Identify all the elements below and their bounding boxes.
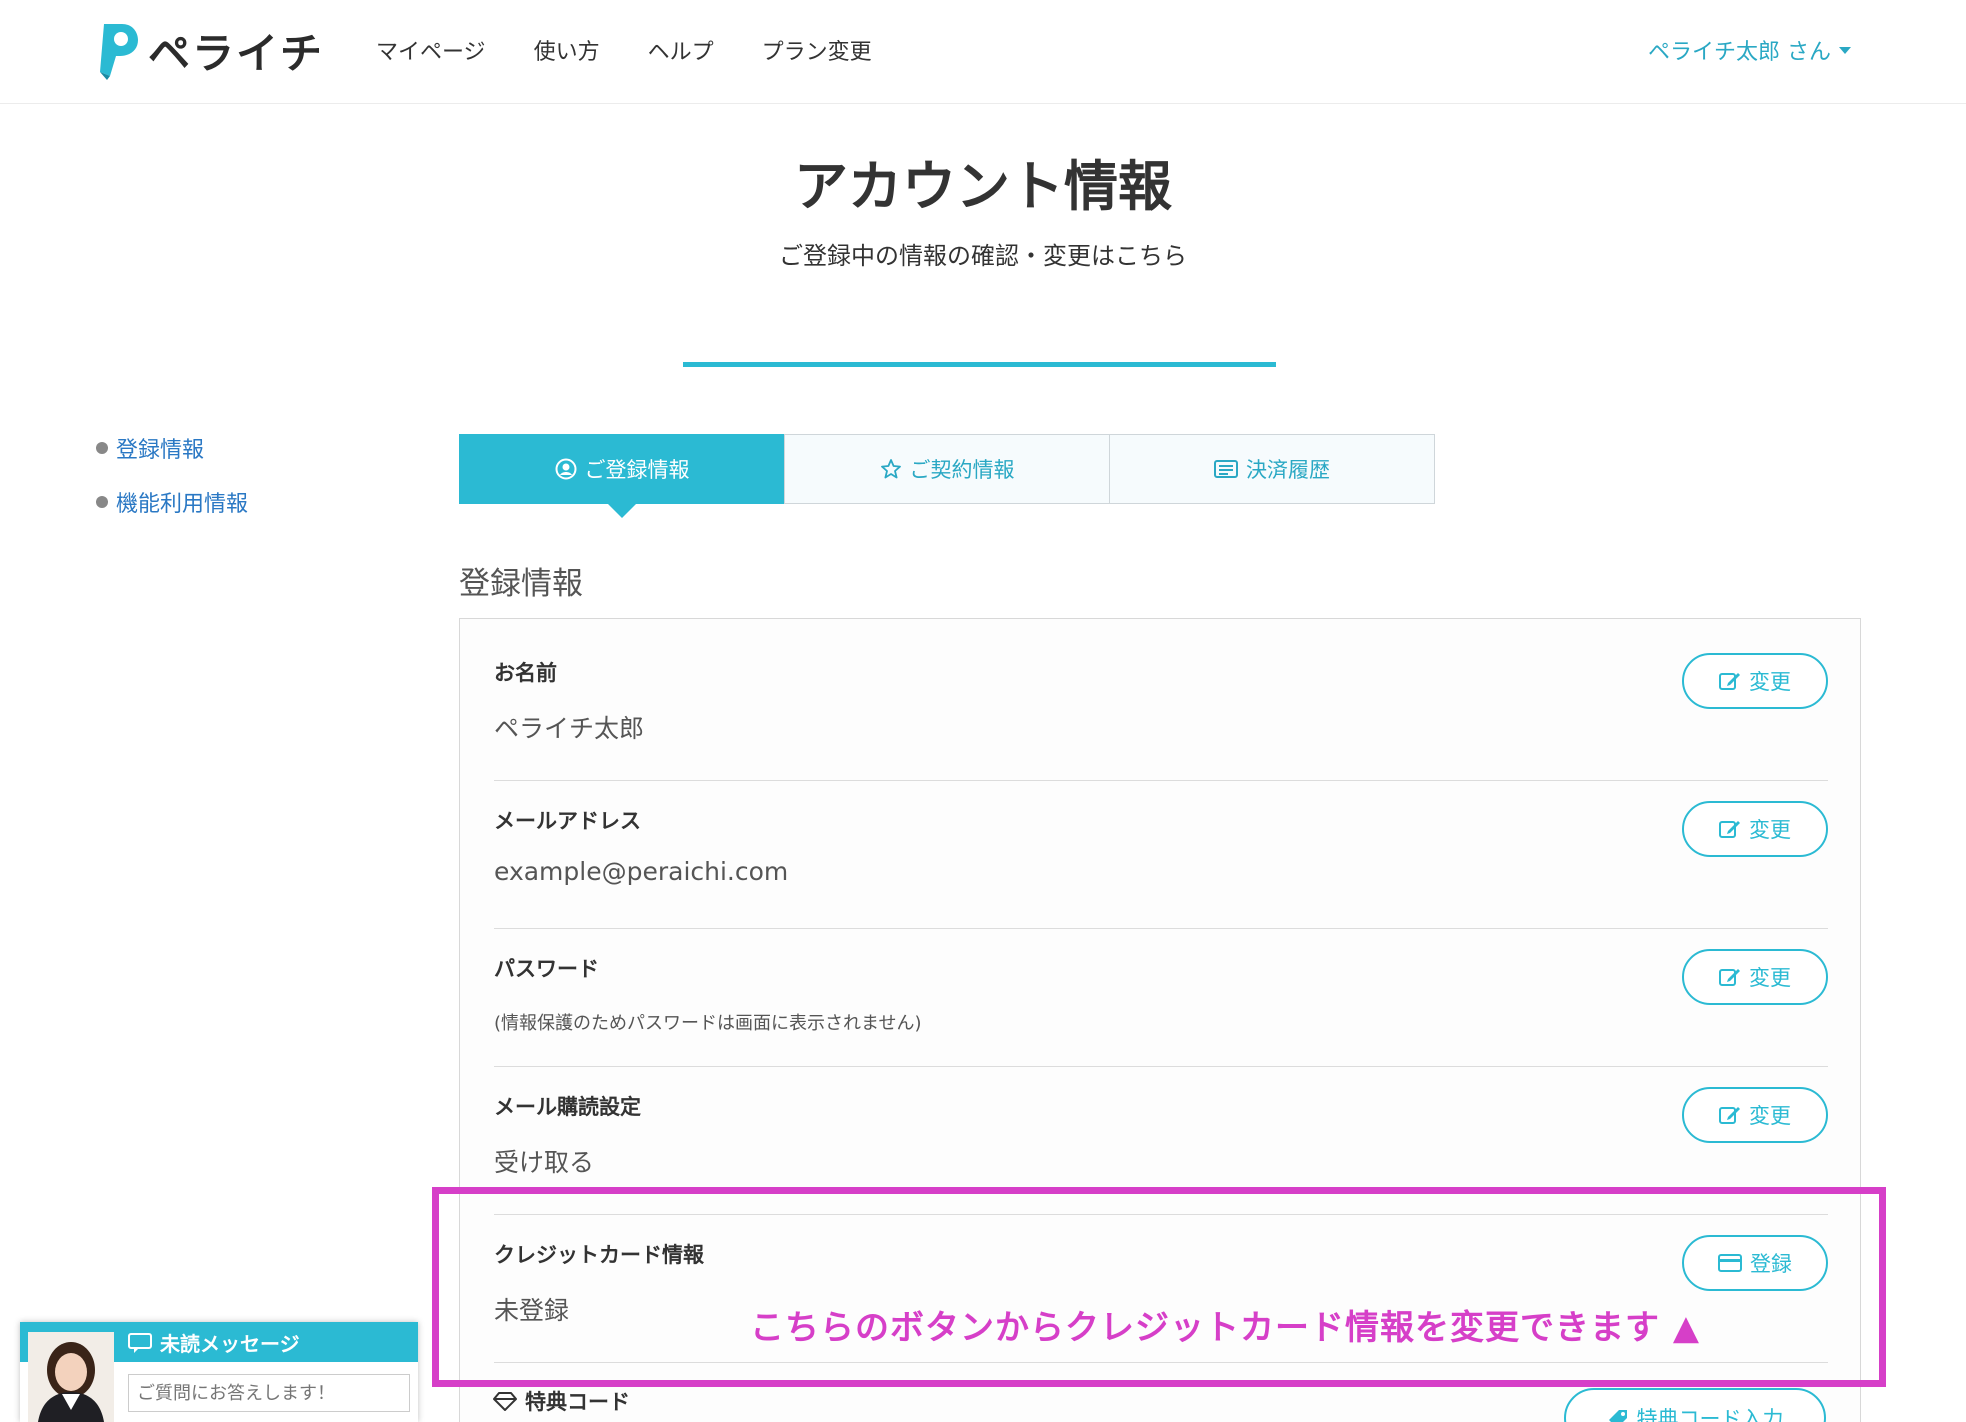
- chat-title[interactable]: 未読メッセージ: [128, 1328, 300, 1357]
- annotation-text: こちらのボタンからクレジットカード情報を変更できます ▲: [750, 1308, 1700, 1348]
- peraichi-logo-icon: [100, 24, 138, 80]
- page-subtitle: ご登録中の情報の確認・変更はこちら: [779, 242, 1187, 270]
- caret-down-icon: [1839, 46, 1851, 54]
- row-label: お名前: [494, 661, 557, 685]
- row-value: ペライチ太郎: [494, 714, 645, 743]
- operator-avatar: [28, 1332, 114, 1422]
- edit-icon: [1719, 967, 1741, 987]
- row-label: メール購読設定: [494, 1095, 641, 1119]
- bullet-icon: [96, 442, 108, 454]
- side-nav-link[interactable]: 機能利用情報: [116, 486, 248, 518]
- chat-input[interactable]: [128, 1374, 410, 1412]
- logo[interactable]: ペライチ: [96, 18, 336, 82]
- tab-payment-history[interactable]: 決済履歴: [1109, 434, 1435, 504]
- row-label: 特典コード: [525, 1390, 630, 1414]
- ticket-icon: [1607, 1408, 1629, 1422]
- user-name: ペライチ太郎 さん: [1648, 40, 1831, 65]
- button-label: 変更: [1749, 670, 1791, 694]
- nav-how-to-use[interactable]: 使い方: [534, 34, 600, 66]
- section-heading: 登録情報: [459, 566, 583, 602]
- main-nav: マイページ 使い方 ヘルプ プラン変更: [376, 34, 920, 66]
- edit-icon: [1719, 819, 1741, 839]
- change-password-button[interactable]: 変更: [1682, 949, 1828, 1005]
- side-nav-item-registration[interactable]: 登録情報: [96, 432, 248, 464]
- side-nav-link[interactable]: 登録情報: [116, 432, 204, 464]
- row-name: お名前 ペライチ太郎 変更: [494, 619, 1828, 781]
- side-nav: 登録情報 機能利用情報: [96, 432, 248, 540]
- nav-help[interactable]: ヘルプ: [648, 34, 714, 66]
- side-nav-item-feature-usage[interactable]: 機能利用情報: [96, 486, 248, 518]
- chat-widget[interactable]: 未読メッセージ: [20, 1322, 418, 1422]
- row-note: (情報保護のためパスワードは画面に表示されません): [494, 1013, 922, 1034]
- site-header: ペライチ マイページ 使い方 ヘルプ プラン変更 ペライチ太郎 さん: [0, 0, 1966, 104]
- row-email: メールアドレス example@peraichi.com 変更: [494, 781, 1828, 929]
- receipt-icon: [1214, 459, 1238, 479]
- button-label: 変更: [1749, 966, 1791, 990]
- tab-label: ご登録情報: [584, 458, 690, 482]
- tab-label: ご契約情報: [909, 458, 1015, 482]
- star-icon: [880, 458, 902, 480]
- change-email-button[interactable]: 変更: [1682, 801, 1828, 857]
- row-label: メールアドレス: [494, 809, 641, 833]
- button-label: 変更: [1749, 818, 1791, 842]
- bullet-icon: [96, 496, 108, 508]
- page-title: アカウント情報: [794, 155, 1172, 218]
- title-divider: [683, 362, 1276, 367]
- edit-icon: [1719, 1105, 1741, 1125]
- message-icon: [128, 1332, 152, 1353]
- user-circle-icon: [555, 458, 577, 480]
- row-value: 受け取る: [494, 1148, 595, 1177]
- nav-plan-change[interactable]: プラン変更: [762, 34, 872, 66]
- tab-label: 決済履歴: [1246, 458, 1330, 482]
- enter-coupon-code-button[interactable]: 特典コード入力: [1564, 1388, 1826, 1422]
- row-label: パスワード: [494, 957, 599, 981]
- button-label: 変更: [1749, 1104, 1791, 1128]
- logo-text: ペライチ: [148, 28, 325, 78]
- button-label: 特典コード入力: [1636, 1407, 1784, 1422]
- row-coupon-label: 特典コード: [493, 1386, 630, 1416]
- credit-card-highlight-box: [432, 1187, 1886, 1387]
- edit-icon: [1719, 671, 1741, 691]
- nav-mypage[interactable]: マイページ: [376, 34, 486, 66]
- change-name-button[interactable]: 変更: [1682, 653, 1828, 709]
- chat-title-text: 未読メッセージ: [160, 1332, 300, 1356]
- user-menu[interactable]: ペライチ太郎 さん: [1648, 34, 1851, 66]
- change-mail-subscription-button[interactable]: 変更: [1682, 1087, 1828, 1143]
- row-password: パスワード (情報保護のためパスワードは画面に表示されません) 変更: [494, 929, 1828, 1067]
- tab-registration-info[interactable]: ご登録情報: [459, 434, 785, 518]
- account-tabs: ご登録情報 ご契約情報 決済履歴: [459, 434, 1436, 518]
- row-value: example@peraichi.com: [494, 857, 789, 886]
- diamond-icon: [493, 1391, 517, 1411]
- tab-contract-info[interactable]: ご契約情報: [784, 434, 1110, 504]
